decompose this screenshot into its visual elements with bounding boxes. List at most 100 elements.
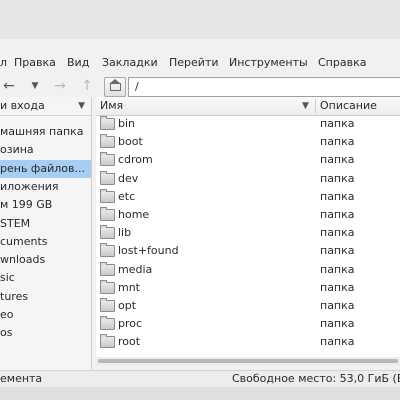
file-description: папка [320,226,355,240]
sidebar-item[interactable]: eo [0,306,91,324]
folder-icon [100,316,115,331]
column-description-header[interactable]: Описание [320,97,377,115]
sidebar-item[interactable]: os [0,324,91,342]
chevron-down-icon[interactable]: ▼ [78,97,85,115]
sidebar-item-label: eo [0,308,14,321]
status-item-count: емента [0,372,43,385]
menu-file[interactable]: л [0,54,7,72]
sidebar-item[interactable]: озина [0,141,91,159]
file-row[interactable]: lib папка [96,224,400,242]
sidebar-item[interactable]: машняя папка [0,123,91,141]
file-description: папка [320,262,355,276]
file-name: opt [118,299,137,312]
file-row[interactable]: lost+found папка [96,242,400,260]
file-name: mnt [118,280,140,294]
sidebar-item[interactable]: STEM [0,215,91,233]
folder-icon [100,134,115,149]
sidebar-item-label: tures [0,289,29,303]
window-bottom-edge [0,387,400,400]
sidebar: и входа ▼ машняя папка озина рень файлов..… [0,97,92,375]
file-description: папка [320,171,355,185]
sidebar-header[interactable]: и входа ▼ [0,97,91,116]
folder-icon [100,243,115,258]
up-arrow-icon[interactable]: ↑ [80,78,94,94]
sidebar-item[interactable]: tures [0,288,91,306]
sidebar-item-label: машняя папка [0,125,84,138]
menu-help[interactable]: Справка [318,54,366,72]
file-name: etc [118,189,136,203]
file-row[interactable]: dev папка [96,170,400,188]
file-manager-window: л Правка Вид Закладки Перейти Инструмент… [0,34,400,400]
sort-descending-icon[interactable]: ▼ [302,97,309,115]
folder-icon [100,188,115,203]
sidebar-item[interactable]: sic [0,269,91,287]
file-description: папка [320,280,355,294]
menu-tools[interactable]: Инструменты [229,54,308,72]
sidebar-header-label: и входа [0,99,45,112]
file-description: папка [320,244,355,258]
folder-icon [100,207,115,221]
file-description: папка [320,299,355,312]
file-name: media [118,262,153,276]
sidebar-item[interactable]: м 199 GB [0,196,91,214]
file-name: cdrom [118,153,153,167]
file-description: папка [320,117,355,130]
file-name: boot [118,135,143,149]
file-row[interactable]: etc папка [96,188,400,206]
back-history-dropdown-icon[interactable]: ▼ [29,78,41,94]
file-description: папка [320,335,355,349]
sidebar-item[interactable]: рень файлов... [0,159,91,178]
file-description: папка [320,317,355,331]
file-row[interactable]: opt папка [96,297,400,315]
sidebar-item-label: м 199 GB [0,198,53,212]
file-row[interactable]: proc папка [96,315,400,333]
home-path-button[interactable] [104,77,126,97]
file-description: папка [320,135,355,149]
forward-arrow-icon[interactable]: → [53,78,67,94]
sidebar-item-label: иложения [0,179,59,193]
file-row[interactable]: mnt папка [96,279,400,297]
file-row[interactable]: root папка [96,333,400,351]
file-name: home [118,208,150,221]
file-name: lost+found [118,244,179,258]
status-bar: емента Свободное место: 53,0 ГиБ (В [0,370,400,387]
folder-icon [100,170,115,185]
sidebar-item[interactable]: wnloads [0,251,91,269]
menu-view[interactable]: Вид [67,54,89,72]
scrollbar-thumb[interactable] [98,359,398,363]
menu-edit[interactable]: Правка [14,54,56,72]
file-name: lib [118,226,132,240]
file-name: bin [118,117,136,130]
sidebar-item-label: wnloads [0,253,46,267]
menu-bookmarks[interactable]: Закладки [102,54,158,72]
sidebar-item[interactable]: иложения [0,178,91,196]
file-name: proc [118,317,143,331]
home-icon [110,83,121,91]
horizontal-scrollbar[interactable] [96,357,400,365]
file-row[interactable]: home папка [96,206,400,224]
file-description: папка [320,153,355,167]
file-row[interactable]: cdrom папка [96,151,400,169]
sidebar-item-label: озина [0,143,34,157]
column-separator[interactable] [315,99,316,113]
file-list: Имя ▼ Описание bin папка boot папка cdrom пап… [96,97,400,357]
file-description: папка [320,189,355,203]
menu-go[interactable]: Перейти [169,54,219,72]
location-field[interactable]: / [128,77,400,97]
folder-icon [100,334,115,349]
folder-icon [100,279,115,294]
sidebar-item-label: рень файлов... [0,161,85,175]
folder-icon [100,298,115,312]
sidebar-item-label: os [0,326,13,340]
title-bar [0,0,400,35]
sidebar-item-label: cuments [0,234,48,248]
file-row[interactable]: boot папка [96,133,400,151]
sidebar-item[interactable]: cuments [0,233,91,251]
file-description: папка [320,208,355,221]
folder-icon [100,152,115,167]
column-name-header[interactable]: Имя [100,97,123,115]
file-row[interactable]: bin папка [96,115,400,133]
file-row[interactable]: media папка [96,261,400,279]
file-name: dev [118,171,139,185]
back-arrow-icon[interactable]: ← [2,78,16,94]
